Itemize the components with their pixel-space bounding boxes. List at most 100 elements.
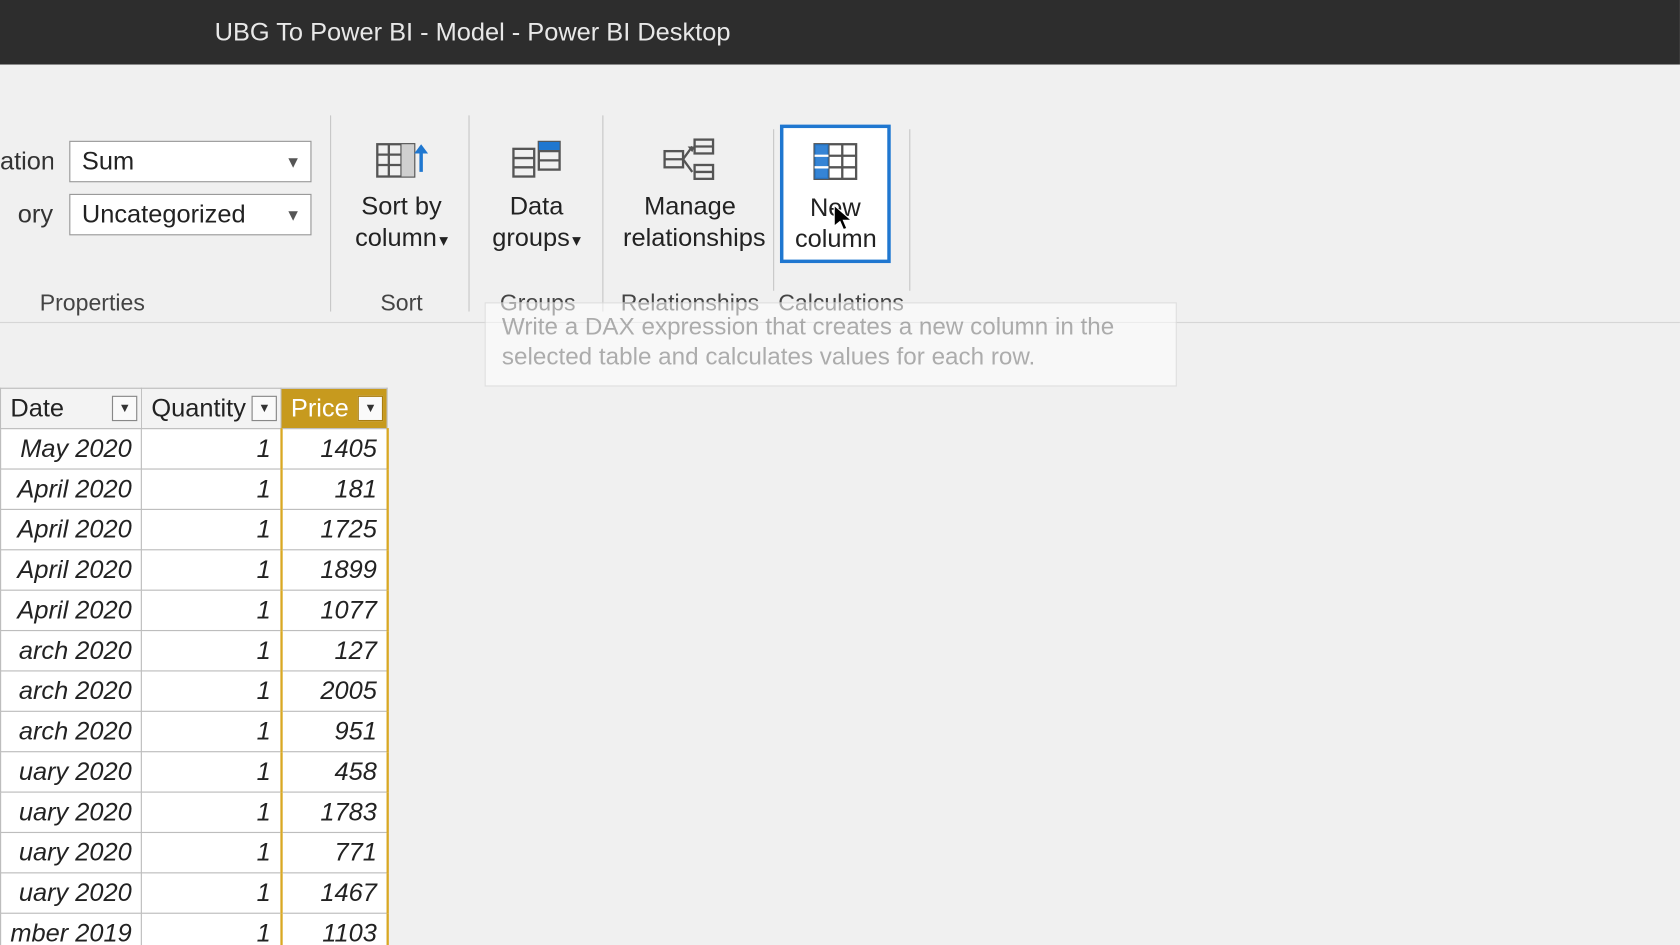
- sort-by-column-button[interactable]: Sort by column▾: [342, 127, 462, 258]
- column-filter-price[interactable]: ▼: [358, 396, 383, 421]
- cell-quantity[interactable]: 1: [142, 671, 282, 711]
- cell-date[interactable]: April 2020: [1, 550, 142, 590]
- new-column-tooltip: Write a DAX expression that creates a ne…: [485, 302, 1177, 386]
- chevron-down-icon: ▼: [285, 205, 301, 223]
- cell-price[interactable]: 1103: [281, 913, 387, 945]
- window-titlebar: UBG To Power BI - Model - Power BI Deskt…: [0, 0, 1680, 65]
- cell-quantity[interactable]: 1: [142, 509, 282, 549]
- cell-price[interactable]: 951: [281, 711, 387, 751]
- sort-by-column-label-1: Sort by: [361, 192, 441, 221]
- cell-quantity[interactable]: 1: [142, 550, 282, 590]
- data-groups-label-2: groups: [492, 222, 570, 251]
- ribbon-separator: [330, 115, 331, 311]
- data-groups-button[interactable]: Data groups▾: [480, 127, 593, 258]
- table-row[interactable]: arch 202012005: [1, 671, 388, 711]
- cell-date[interactable]: uary 2020: [1, 792, 142, 832]
- cell-price[interactable]: 1783: [281, 792, 387, 832]
- column-header-date-label: Date: [10, 393, 64, 422]
- cell-price[interactable]: 127: [281, 631, 387, 671]
- group-label-sort: Sort: [342, 291, 462, 318]
- property-label-category: ory: [0, 200, 53, 230]
- column-filter-quantity[interactable]: ▼: [252, 396, 277, 421]
- data-table[interactable]: Date ▼ Quantity ▼ Price ▼ May 202011405A…: [0, 388, 388, 945]
- chevron-down-icon: ▾: [572, 231, 581, 251]
- cell-quantity[interactable]: 1: [142, 792, 282, 832]
- cell-quantity[interactable]: 1: [142, 711, 282, 751]
- chevron-down-icon: ▾: [439, 231, 448, 251]
- summarization-dropdown[interactable]: Sum ▼: [69, 141, 311, 183]
- ribbon: ation Sum ▼ ory Uncategorized ▼ Properti…: [0, 65, 1680, 323]
- table-header-row: Date ▼ Quantity ▼ Price ▼: [1, 388, 388, 428]
- column-header-date[interactable]: Date ▼: [1, 388, 142, 428]
- table-row[interactable]: uary 20201771: [1, 832, 388, 872]
- data-groups-label-1: Data: [510, 192, 564, 221]
- column-header-price[interactable]: Price ▼: [281, 388, 387, 428]
- cell-price[interactable]: 458: [281, 752, 387, 792]
- manage-relationships-label-2: relationships: [623, 222, 766, 251]
- table-row[interactable]: April 202011899: [1, 550, 388, 590]
- table-row[interactable]: April 202011725: [1, 509, 388, 549]
- cell-price[interactable]: 1899: [281, 550, 387, 590]
- column-filter-date[interactable]: ▼: [112, 396, 137, 421]
- cell-date[interactable]: uary 2020: [1, 752, 142, 792]
- cell-price[interactable]: 2005: [281, 671, 387, 711]
- category-dropdown[interactable]: Uncategorized ▼: [69, 194, 311, 236]
- summarization-value: Sum: [82, 147, 134, 177]
- table-row[interactable]: mber 201911103: [1, 913, 388, 945]
- cell-price[interactable]: 771: [281, 832, 387, 872]
- data-groups-icon: [492, 134, 582, 187]
- table-row[interactable]: April 202011077: [1, 590, 388, 630]
- table-row[interactable]: arch 20201127: [1, 631, 388, 671]
- window-title: UBG To Power BI - Model - Power BI Deskt…: [215, 17, 731, 47]
- cell-date[interactable]: April 2020: [1, 509, 142, 549]
- manage-relationships-button[interactable]: Manage relationships: [612, 127, 769, 258]
- table-row[interactable]: uary 202011783: [1, 792, 388, 832]
- table-row[interactable]: arch 20201951: [1, 711, 388, 751]
- cell-date[interactable]: arch 2020: [1, 711, 142, 751]
- cell-date[interactable]: mber 2019: [1, 913, 142, 945]
- cell-date[interactable]: uary 2020: [1, 873, 142, 913]
- new-column-button[interactable]: New column: [780, 125, 891, 263]
- cell-quantity[interactable]: 1: [142, 873, 282, 913]
- cell-date[interactable]: April 2020: [1, 590, 142, 630]
- chevron-down-icon: ▼: [285, 152, 301, 170]
- cell-price[interactable]: 1405: [281, 429, 387, 469]
- new-column-icon: [795, 135, 876, 188]
- cell-date[interactable]: April 2020: [1, 469, 142, 509]
- ribbon-separator: [909, 129, 910, 291]
- column-header-quantity[interactable]: Quantity ▼: [142, 388, 282, 428]
- cell-quantity[interactable]: 1: [142, 752, 282, 792]
- cell-price[interactable]: 1725: [281, 509, 387, 549]
- column-header-price-label: Price: [291, 393, 349, 422]
- new-column-label-1: New: [810, 193, 861, 222]
- ribbon-separator: [468, 115, 469, 311]
- properties-panel: ation Sum ▼ ory Uncategorized ▼: [0, 129, 323, 235]
- cell-quantity[interactable]: 1: [142, 913, 282, 945]
- cell-quantity[interactable]: 1: [142, 469, 282, 509]
- sort-by-column-label-2: column: [355, 222, 437, 251]
- cell-quantity[interactable]: 1: [142, 832, 282, 872]
- manage-relationships-label-1: Manage: [644, 192, 736, 221]
- table-row[interactable]: May 202011405: [1, 429, 388, 469]
- cell-quantity[interactable]: 1: [142, 590, 282, 630]
- table-row[interactable]: April 20201181: [1, 469, 388, 509]
- property-label-summarization: ation: [0, 147, 53, 177]
- cell-quantity[interactable]: 1: [142, 429, 282, 469]
- cell-date[interactable]: uary 2020: [1, 832, 142, 872]
- sort-by-column-icon: [353, 134, 450, 187]
- cell-price[interactable]: 181: [281, 469, 387, 509]
- table-row[interactable]: uary 202011467: [1, 873, 388, 913]
- column-header-quantity-label: Quantity: [151, 393, 246, 422]
- group-label-properties: Properties: [23, 291, 161, 318]
- ribbon-separator: [773, 129, 774, 291]
- cell-price[interactable]: 1467: [281, 873, 387, 913]
- cell-date[interactable]: May 2020: [1, 429, 142, 469]
- category-value: Uncategorized: [82, 200, 246, 230]
- cell-quantity[interactable]: 1: [142, 631, 282, 671]
- new-column-label-2: column: [795, 224, 877, 253]
- cell-price[interactable]: 1077: [281, 590, 387, 630]
- table-row[interactable]: uary 20201458: [1, 752, 388, 792]
- cell-date[interactable]: arch 2020: [1, 631, 142, 671]
- ribbon-separator: [602, 115, 603, 311]
- cell-date[interactable]: arch 2020: [1, 671, 142, 711]
